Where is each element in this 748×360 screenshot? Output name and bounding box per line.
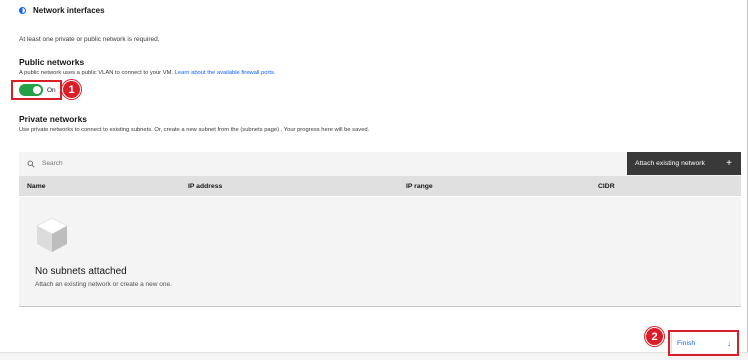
section-header: Network interfaces [19, 6, 105, 15]
column-header-cidr[interactable]: CIDR [598, 183, 615, 190]
table-search[interactable] [19, 152, 627, 175]
search-input[interactable] [42, 160, 242, 167]
public-network-toggle[interactable]: On [19, 84, 56, 96]
attach-button-label: Attach existing network [635, 160, 705, 167]
finish-button[interactable]: Finish ↓ [671, 333, 736, 353]
toggle-track[interactable] [19, 84, 43, 96]
half-circle-icon [19, 7, 26, 14]
step-1-badge: 1 [62, 80, 81, 99]
empty-state-title: No subnets attached [35, 266, 127, 277]
network-required-hint: At least one private or public network i… [19, 36, 160, 43]
column-header-name[interactable]: Name [27, 183, 46, 190]
section-title: Network interfaces [33, 6, 105, 15]
table-header: Name IP address IP range CIDR [19, 176, 741, 197]
empty-state-illustration [35, 214, 69, 259]
firewall-ports-link[interactable]: Learn about the available firewall ports… [175, 70, 276, 76]
finish-label: Finish [677, 339, 696, 347]
arrow-down-icon: ↓ [727, 338, 731, 348]
column-header-ip-address[interactable]: IP address [188, 183, 222, 190]
private-networks-helper: Use private networks to connect to exist… [19, 127, 370, 133]
subnets-table: Attach existing network + Name IP addres… [19, 152, 741, 307]
public-networks-title: Public networks [19, 57, 85, 67]
column-header-ip-range[interactable]: IP range [406, 183, 433, 190]
public-networks-helper-text: A public network uses a public VLAN to c… [19, 70, 174, 76]
private-networks-title: Private networks [19, 114, 88, 124]
toggle-label: On [47, 86, 56, 94]
attach-existing-network-button[interactable]: Attach existing network + [627, 152, 741, 175]
plus-icon: + [726, 157, 732, 169]
empty-state-subtitle: Attach an existing network or create a n… [35, 281, 172, 288]
table-toolbar: Attach existing network + [19, 152, 741, 175]
public-networks-helper: A public network uses a public VLAN to c… [19, 69, 276, 78]
toggle-knob [33, 86, 41, 94]
footer-bar [0, 352, 748, 360]
step-2-badge: 2 [645, 327, 664, 346]
empty-box-icon [36, 217, 68, 252]
page-frame: Network interfaces At least one private … [0, 0, 748, 360]
search-icon [27, 160, 35, 168]
